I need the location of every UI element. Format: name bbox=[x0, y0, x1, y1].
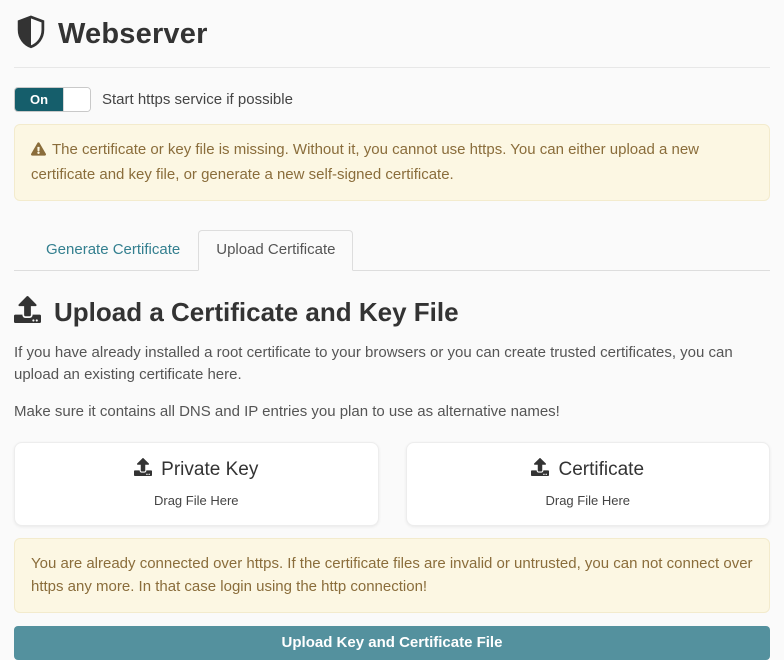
https-service-toggle[interactable]: On bbox=[14, 87, 91, 112]
upload-icon bbox=[14, 296, 41, 330]
upload-section-heading: Upload a Certificate and Key File bbox=[14, 296, 770, 330]
toggle-on-state: On bbox=[15, 88, 63, 111]
certificate-tabs: Generate Certificate Upload Certificate bbox=[14, 230, 770, 271]
tab-upload-certificate[interactable]: Upload Certificate bbox=[198, 230, 353, 271]
alert-missing-certificate: The certificate or key file is missing. … bbox=[14, 124, 770, 201]
dropzone-certificate[interactable]: Certificate Drag File Here bbox=[406, 442, 771, 526]
dropzone-private-key-title: Private Key bbox=[161, 459, 258, 481]
upload-note: Make sure it contains all DNS and IP ent… bbox=[14, 401, 770, 424]
https-toggle-row: On Start https service if possible bbox=[14, 87, 770, 112]
tab-generate-certificate[interactable]: Generate Certificate bbox=[28, 230, 198, 270]
alert-connected-https-text: You are already connected over https. If… bbox=[31, 555, 753, 595]
alert-connected-https: You are already connected over https. If… bbox=[14, 538, 770, 613]
https-toggle-label: Start https service if possible bbox=[102, 91, 293, 108]
warning-triangle-icon bbox=[31, 140, 46, 163]
dropzone-private-key[interactable]: Private Key Drag File Here bbox=[14, 442, 379, 526]
upload-description: If you have already installed a root cer… bbox=[14, 342, 770, 387]
dropzone-container: Private Key Drag File Here Certificate D… bbox=[14, 442, 770, 526]
upload-icon bbox=[531, 458, 549, 482]
header-divider bbox=[14, 67, 770, 68]
webserver-page: Webserver On Start https service if poss… bbox=[0, 0, 784, 660]
page-title: Webserver bbox=[58, 18, 208, 51]
page-header: Webserver bbox=[14, 10, 770, 55]
shield-icon bbox=[16, 14, 46, 55]
alert-missing-certificate-text: The certificate or key file is missing. … bbox=[31, 141, 699, 183]
dropzone-certificate-title: Certificate bbox=[558, 459, 644, 481]
toggle-knob bbox=[63, 88, 90, 111]
upload-key-certificate-button[interactable]: Upload Key and Certificate File bbox=[14, 626, 770, 660]
upload-section-title: Upload a Certificate and Key File bbox=[54, 297, 459, 328]
dropzone-private-key-hint: Drag File Here bbox=[25, 493, 368, 508]
upload-icon bbox=[134, 458, 152, 482]
dropzone-certificate-hint: Drag File Here bbox=[417, 493, 760, 508]
